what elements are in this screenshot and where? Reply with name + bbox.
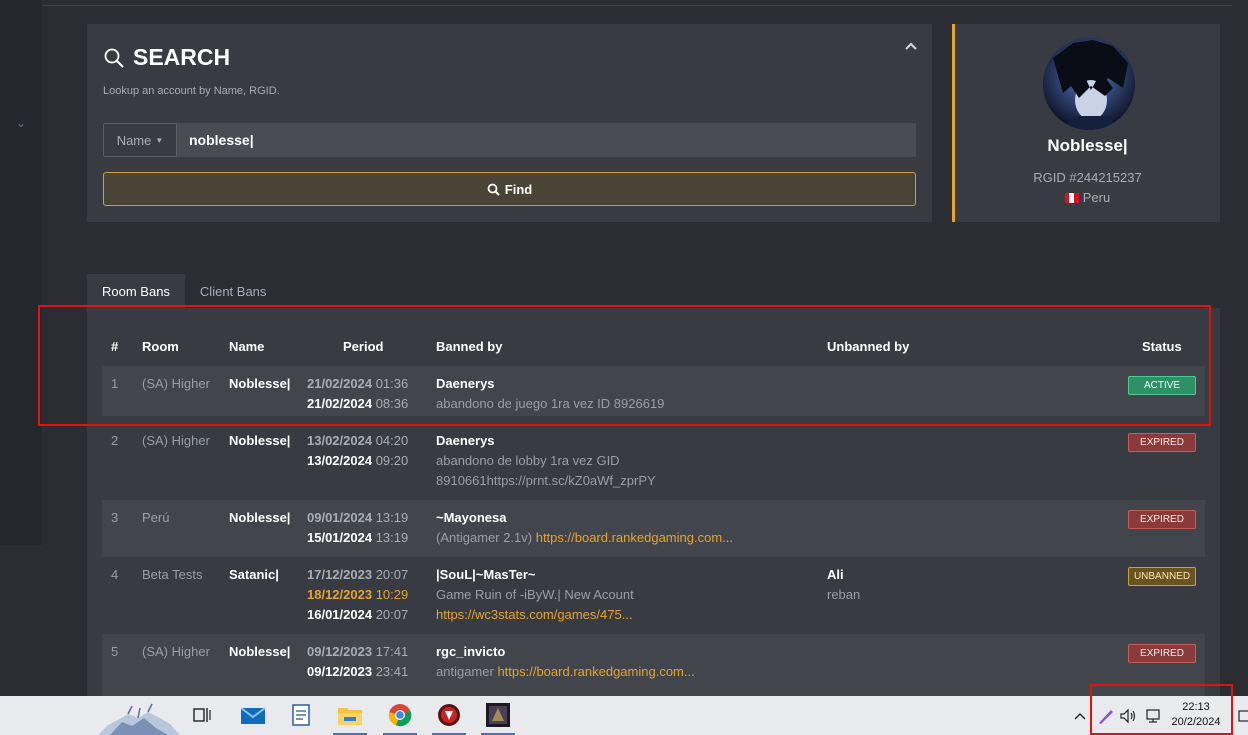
row-banned-by[interactable]: ~Mayonesa (436, 508, 506, 528)
row-period-start: 13/02/2024 04:20 (307, 433, 409, 448)
row-num: 2 (111, 433, 119, 448)
notification-icon[interactable] (1238, 696, 1248, 735)
row-num: 5 (111, 644, 119, 659)
header-room: Room (142, 339, 179, 354)
search-mode-label: Name (116, 132, 152, 148)
left-sidebar (0, 0, 42, 545)
row-room: (SA) Higher (142, 376, 210, 391)
caret-down-icon: ▼ (155, 135, 164, 145)
status-badge: ACTIVE (1128, 376, 1196, 395)
row-period-end: 15/01/2024 13:19 (307, 530, 409, 545)
avatar (1043, 38, 1135, 130)
header-unbanned-by: Unbanned by (827, 339, 910, 354)
row-banned-by[interactable]: Daenerys (436, 431, 495, 451)
tray-overflow-chevron-icon[interactable] (1073, 696, 1087, 735)
search-heading: SEARCH (103, 44, 230, 71)
tab-room-bans[interactable]: Room Bans (87, 274, 185, 308)
row-num: 1 (111, 376, 119, 391)
row-banned-by[interactable]: rgc_invicto (436, 642, 505, 662)
file-explorer-icon[interactable] (338, 703, 362, 727)
peru-flag-icon (1064, 192, 1079, 203)
row-banned-by[interactable]: Daenerys (436, 374, 495, 394)
header-divider (42, 5, 1232, 6)
header-period: Period (343, 339, 384, 354)
row-reason: antigamer https://board.rankedgaming.com… (436, 664, 695, 679)
search-panel: SEARCH Lookup an account by Name, RGID. … (87, 24, 932, 222)
reason-link[interactable]: https://board.rankedgaming.com... (536, 530, 733, 545)
task-view-icon[interactable] (190, 703, 214, 727)
taskbar: 22:13 20/2/2024 (0, 696, 1248, 735)
clock-time: 22:13 (1182, 701, 1210, 713)
chrome-icon[interactable] (388, 703, 412, 727)
row-name[interactable]: Noblesse| (229, 374, 290, 394)
row-reason: abandono de lobby 1ra vez GID (436, 453, 620, 468)
row-name[interactable]: Satanic| (229, 565, 279, 585)
taskbar-widget-image[interactable] (98, 700, 180, 735)
profile-name: Noblesse| (1047, 136, 1128, 155)
row-period-end: 09/12/2023 23:41 (307, 664, 409, 679)
status-badge: EXPIRED (1128, 510, 1196, 529)
tab-client-bans[interactable]: Client Bans (185, 274, 281, 308)
search-icon (104, 48, 124, 68)
header-name: Name (229, 339, 265, 354)
row-name[interactable]: Noblesse| (229, 642, 290, 662)
row-period-start: 09/01/2024 13:19 (307, 510, 409, 525)
row-reason: abandono de juego 1ra vez ID 8926619 (436, 396, 665, 411)
row-num: 4 (111, 567, 119, 582)
row-room: (SA) Higher (142, 644, 210, 659)
search-subtitle: Lookup an account by Name, RGID. (103, 85, 280, 97)
profile-country-label: Peru (1082, 190, 1111, 205)
row-period-end: 13/02/2024 09:20 (307, 453, 409, 468)
status-badge: UNBANNED (1128, 567, 1196, 586)
warcraft-icon[interactable] (486, 703, 510, 727)
reason-link[interactable]: https://board.rankedgaming.com... (497, 664, 694, 679)
status-badge: EXPIRED (1128, 644, 1196, 663)
pen-icon[interactable] (1097, 696, 1115, 735)
search-title: SEARCH (133, 44, 231, 70)
row-reason-cont: 8910661https://prnt.sc/kZ0aWf_zprPY (436, 473, 656, 488)
row-unban-reason: reban (827, 587, 861, 602)
find-button-label: Find (504, 181, 533, 197)
row-room: (SA) Higher (142, 433, 210, 448)
chevron-up-icon[interactable] (904, 38, 918, 54)
search-icon (487, 183, 500, 196)
notepad-icon[interactable] (289, 703, 313, 727)
taskbar-clock[interactable]: 22:13 20/2/2024 (1165, 700, 1227, 730)
header-num: # (111, 339, 119, 354)
row-name[interactable]: Noblesse| (229, 508, 290, 528)
search-input[interactable]: noblesse| (177, 123, 916, 157)
search-mode-dropdown[interactable]: Name ▼ (103, 123, 177, 157)
profile-rgid: RGID #244215237 (1033, 170, 1142, 185)
status-badge: EXPIRED (1128, 433, 1196, 452)
row-banned-by[interactable]: |SouL|~MasTer~ (436, 565, 536, 585)
row-period-unbanned: 18/12/2023 10:29 (307, 587, 409, 602)
left-sidebar-lower (0, 545, 42, 696)
row-room: Beta Tests (142, 567, 203, 582)
chevron-down-icon[interactable]: ⌄ (16, 116, 26, 130)
row-period-start: 21/02/2024 01:36 (307, 376, 409, 391)
network-icon[interactable] (1144, 696, 1162, 735)
header-banned-by: Banned by (436, 339, 503, 354)
row-name[interactable]: Noblesse| (229, 431, 290, 451)
row-reason: Game Ruin of -iByW.| New Acount (436, 587, 634, 602)
row-unbanned-by[interactable]: Ali (827, 565, 844, 585)
row-room: Perú (142, 510, 170, 525)
profile-country: Peru (955, 190, 1220, 205)
mail-icon[interactable] (241, 703, 265, 727)
row-period-end: 16/01/2024 20:07 (307, 607, 409, 622)
row-reason: (Antigamer 2.1v) https://board.rankedgam… (436, 530, 733, 545)
profile-card: Noblesse| RGID #244215237 Peru (952, 24, 1220, 222)
row-num: 3 (111, 510, 119, 525)
ban-tabs: Room Bans Client Bans (87, 274, 281, 308)
clock-date: 20/2/2024 (1171, 716, 1221, 728)
row-period-start: 09/12/2023 17:41 (307, 644, 409, 659)
rgc-client-icon[interactable] (437, 703, 461, 727)
search-input-group: Name ▼ noblesse| (103, 123, 916, 157)
row-period-start: 17/12/2023 20:07 (307, 567, 409, 582)
volume-icon[interactable] (1119, 696, 1137, 735)
find-button[interactable]: Find (103, 172, 916, 206)
reason-link[interactable]: https://wc3stats.com/games/475... (436, 605, 633, 625)
row-period-end: 21/02/2024 08:36 (307, 396, 409, 411)
header-status: Status (1142, 339, 1182, 354)
